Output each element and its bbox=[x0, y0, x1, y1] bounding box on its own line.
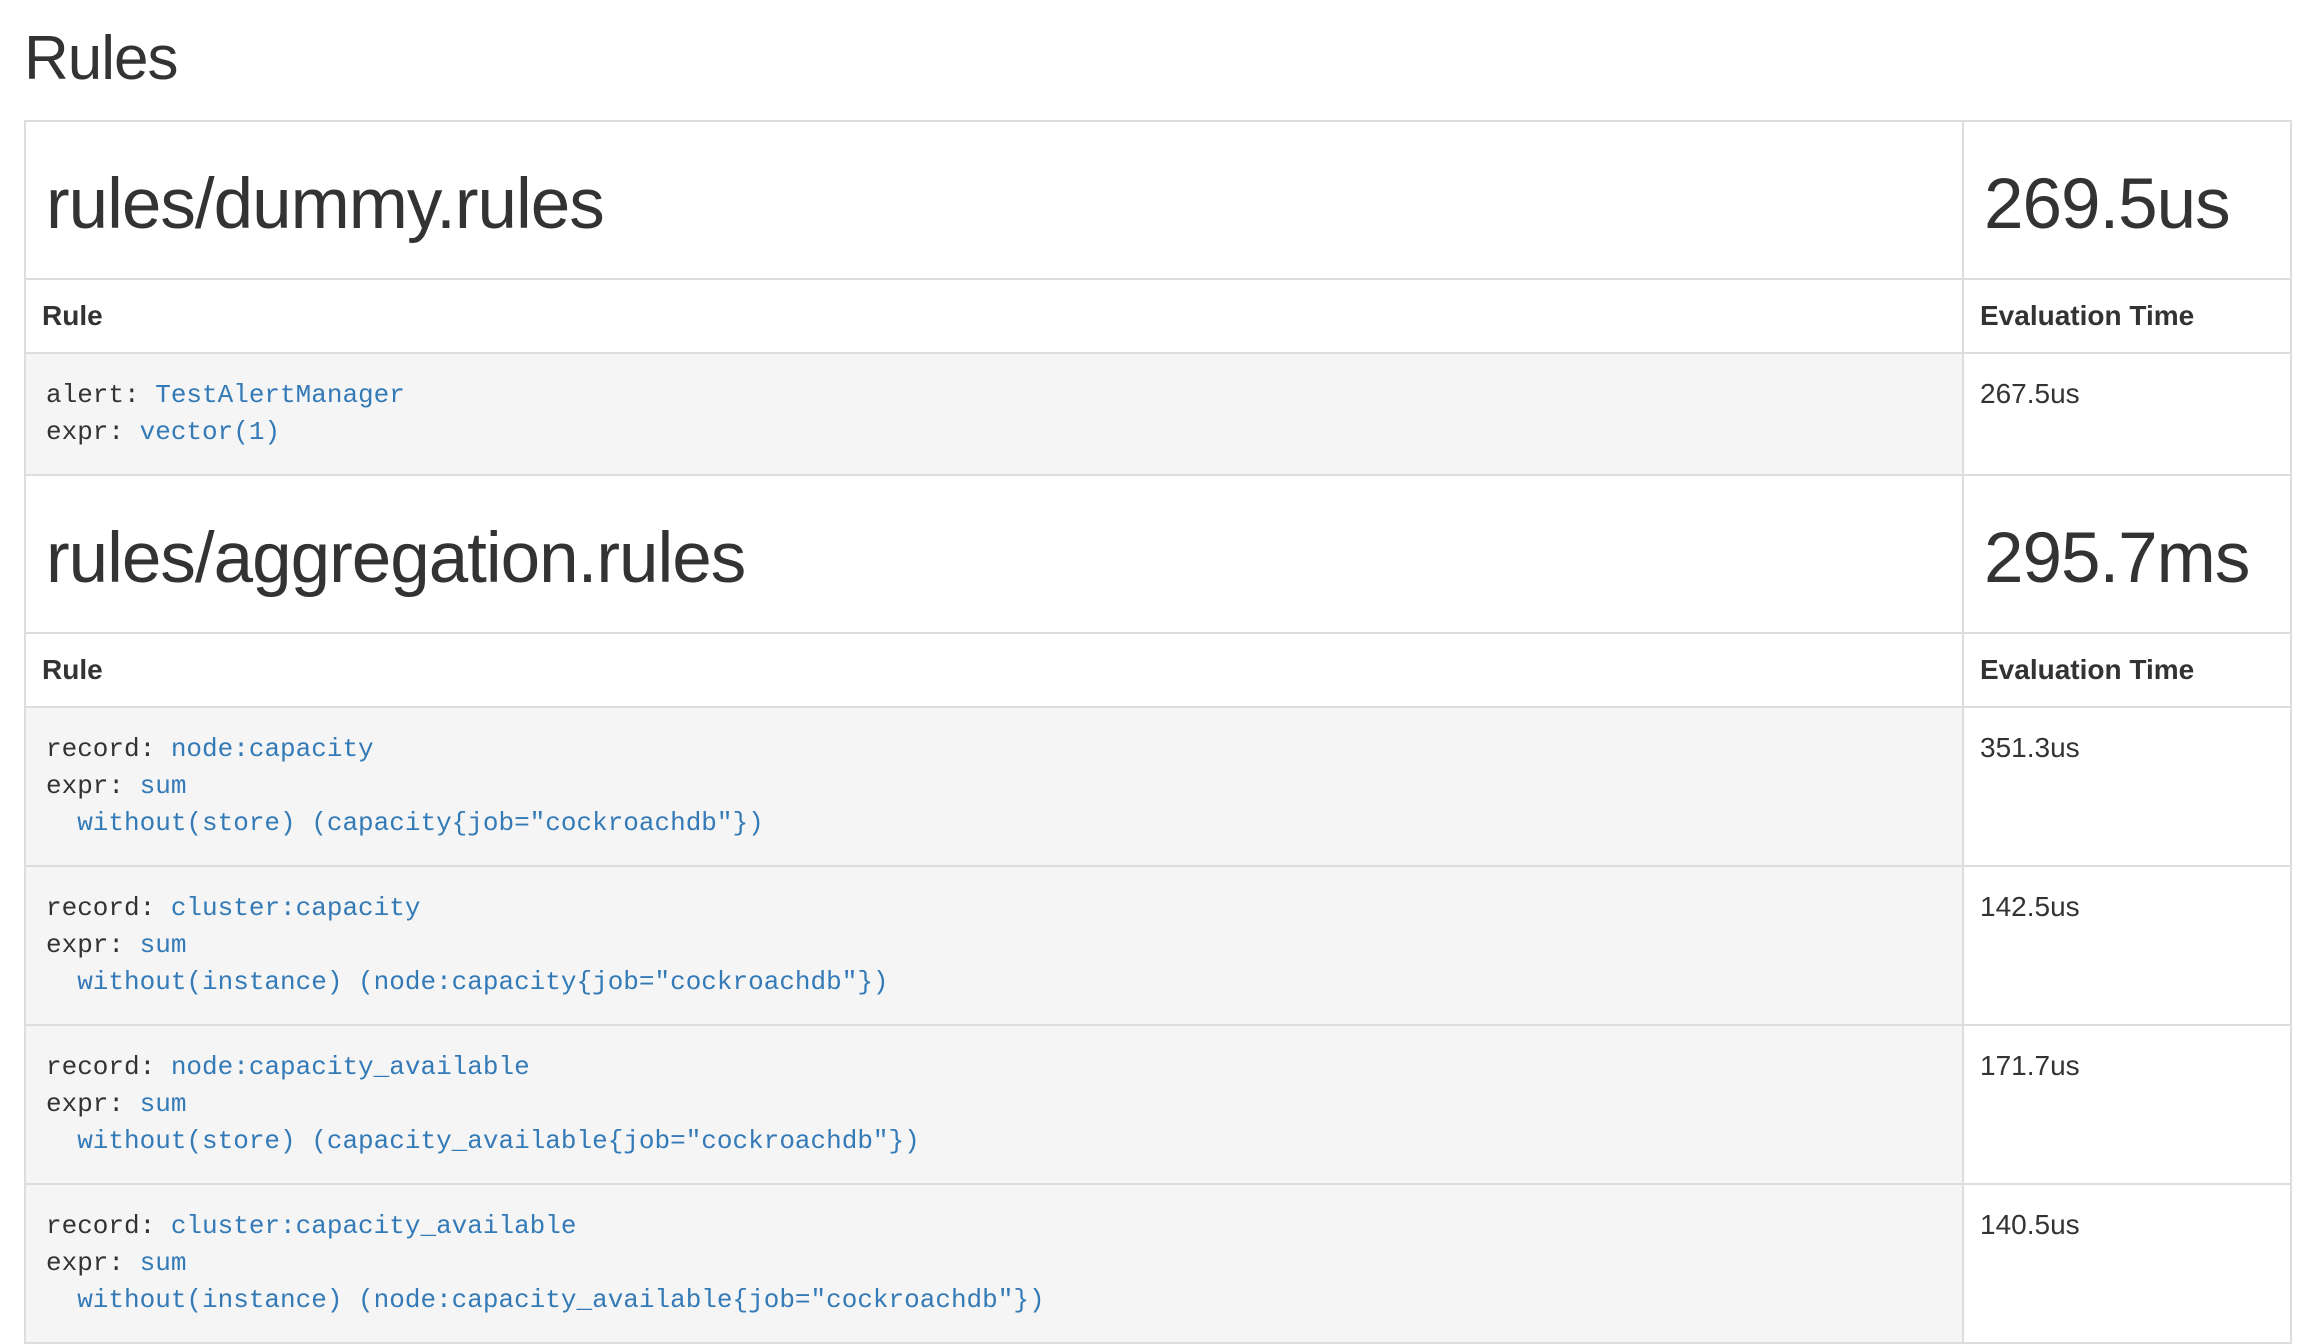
rule-name-link[interactable]: TestAlertManager bbox=[155, 380, 405, 410]
rule-type-label: record: bbox=[46, 734, 171, 764]
rule-group-evaluation-time: 269.5us bbox=[1984, 166, 2270, 244]
rule-expr-link[interactable]: sum without(instance) (node:capacity_ava… bbox=[46, 1248, 1045, 1315]
rule-definition: record: node:capacity expr: sum without(… bbox=[46, 731, 1942, 842]
table-row: alert: TestAlertManager expr: vector(1) 2… bbox=[25, 353, 2291, 475]
rule-group-evaluation-cell: 295.7ms bbox=[1963, 475, 2291, 633]
rules-page: Rules rules/dummy.rules269.5usRuleEvalua… bbox=[0, 0, 2316, 1344]
page-title: Rules bbox=[24, 22, 2292, 96]
evaluation-time-value: 140.5us bbox=[1963, 1184, 2291, 1343]
rule-cell: record: cluster:capacity expr: sum witho… bbox=[25, 866, 1963, 1025]
evaluation-time-column-header: Evaluation Time bbox=[1963, 279, 2291, 353]
rule-group-header-row: rules/dummy.rules 269.5us bbox=[25, 121, 2291, 279]
rule-group-evaluation-time: 295.7ms bbox=[1984, 520, 2270, 598]
rule-group-title: rules/aggregation.rules bbox=[46, 520, 1942, 598]
rule-expr-label: expr: bbox=[46, 771, 140, 801]
rule-expr-link[interactable]: sum without(store) (capacity_available{j… bbox=[46, 1089, 920, 1156]
rule-cell: alert: TestAlertManager expr: vector(1) bbox=[25, 353, 1963, 475]
rule-expr-label: expr: bbox=[46, 1089, 140, 1119]
rule-expr-label: expr: bbox=[46, 930, 140, 960]
rule-definition: alert: TestAlertManager expr: vector(1) bbox=[46, 377, 1942, 451]
evaluation-time-value: 142.5us bbox=[1963, 866, 2291, 1025]
rule-type-label: record: bbox=[46, 1052, 171, 1082]
rule-name-link[interactable]: cluster:capacity bbox=[171, 893, 421, 923]
rule-group-title: rules/dummy.rules bbox=[46, 166, 1942, 244]
column-header-row: RuleEvaluation Time bbox=[25, 279, 2291, 353]
rule-group-header-row: rules/aggregation.rules 295.7ms bbox=[25, 475, 2291, 633]
rule-name-link[interactable]: node:capacity bbox=[171, 734, 374, 764]
evaluation-time-value: 267.5us bbox=[1963, 353, 2291, 475]
rule-column-header: Rule bbox=[25, 633, 1963, 707]
rule-expr-link[interactable]: sum without(store) (capacity{job="cockro… bbox=[46, 771, 764, 838]
rule-name-link[interactable]: node:capacity_available bbox=[171, 1052, 530, 1082]
rule-type-label: record: bbox=[46, 1211, 171, 1241]
column-header-row: RuleEvaluation Time bbox=[25, 633, 2291, 707]
table-row: record: node:capacity_available expr: su… bbox=[25, 1025, 2291, 1184]
rule-cell: record: node:capacity expr: sum without(… bbox=[25, 707, 1963, 866]
rule-cell: record: cluster:capacity_available expr:… bbox=[25, 1184, 1963, 1343]
evaluation-time-value: 351.3us bbox=[1963, 707, 2291, 866]
rule-definition: record: cluster:capacity_available expr:… bbox=[46, 1208, 1942, 1319]
table-row: record: node:capacity expr: sum without(… bbox=[25, 707, 2291, 866]
evaluation-time-column-header: Evaluation Time bbox=[1963, 633, 2291, 707]
rule-group-name-cell: rules/dummy.rules bbox=[25, 121, 1963, 279]
rule-definition: record: cluster:capacity expr: sum witho… bbox=[46, 890, 1942, 1001]
rule-expr-link[interactable]: sum without(instance) (node:capacity{job… bbox=[46, 930, 889, 997]
rule-name-link[interactable]: cluster:capacity_available bbox=[171, 1211, 577, 1241]
table-row: record: cluster:capacity_available expr:… bbox=[25, 1184, 2291, 1343]
rule-column-header: Rule bbox=[25, 279, 1963, 353]
rule-expr-label: expr: bbox=[46, 1248, 140, 1278]
rules-table: rules/dummy.rules269.5usRuleEvaluation T… bbox=[24, 120, 2292, 1344]
rule-type-label: record: bbox=[46, 893, 171, 923]
rule-expr-label: expr: bbox=[46, 417, 140, 447]
rule-group-evaluation-cell: 269.5us bbox=[1963, 121, 2291, 279]
rule-definition: record: node:capacity_available expr: su… bbox=[46, 1049, 1942, 1160]
rules-table-body: rules/dummy.rules269.5usRuleEvaluation T… bbox=[25, 121, 2291, 1343]
rule-group-name-cell: rules/aggregation.rules bbox=[25, 475, 1963, 633]
rule-cell: record: node:capacity_available expr: su… bbox=[25, 1025, 1963, 1184]
table-row: record: cluster:capacity expr: sum witho… bbox=[25, 866, 2291, 1025]
rule-type-label: alert: bbox=[46, 380, 155, 410]
evaluation-time-value: 171.7us bbox=[1963, 1025, 2291, 1184]
rule-expr-link[interactable]: vector(1) bbox=[140, 417, 280, 447]
